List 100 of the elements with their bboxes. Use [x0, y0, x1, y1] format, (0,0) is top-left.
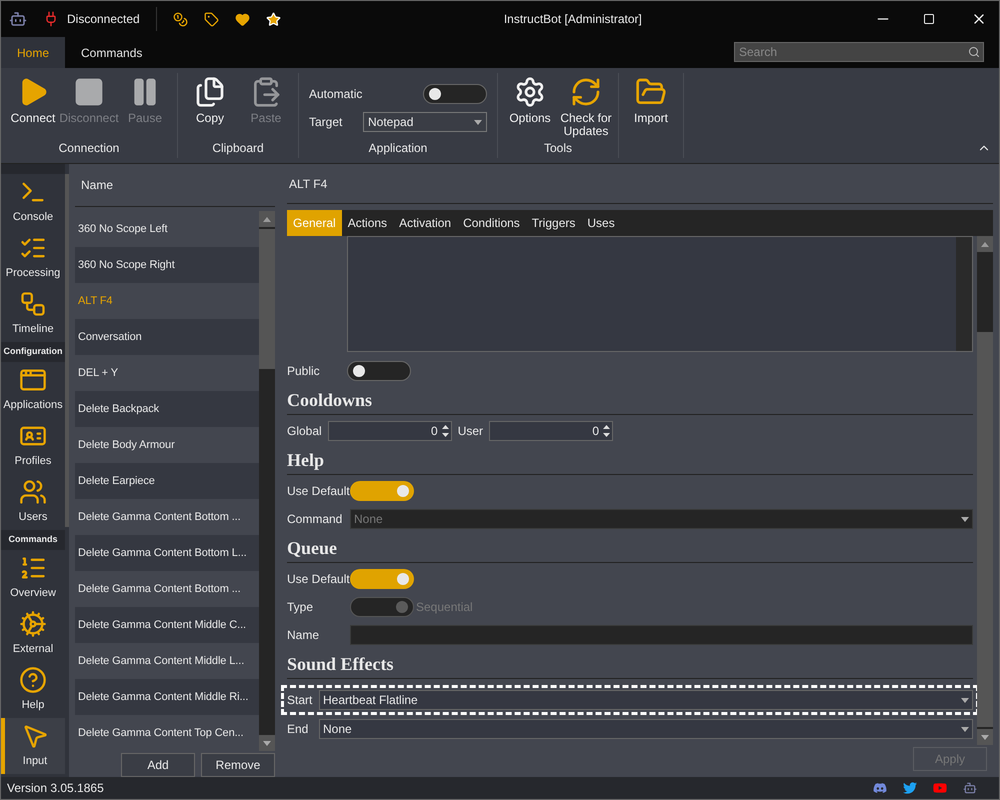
scroll-up-button[interactable]: [259, 211, 275, 227]
command-item[interactable]: Delete Gamma Content Middle C...: [75, 607, 259, 643]
dropdown[interactable]: Heartbeat Flatline: [319, 690, 973, 710]
ribbon-button[interactable]: Connect: [5, 76, 61, 125]
detail-tab[interactable]: Actions: [342, 210, 394, 236]
number-field[interactable]: 0: [489, 421, 614, 441]
scroll-up-icon: [263, 216, 271, 222]
caret-icon: [961, 726, 969, 732]
caret-icon: [981, 734, 989, 740]
section-heading: Cooldowns: [287, 389, 372, 412]
nav-item[interactable]: Applications: [1, 362, 65, 418]
group-label: Application: [368, 140, 428, 157]
nav-item[interactable]: Console: [1, 174, 65, 230]
detail-tab[interactable]: Triggers: [526, 210, 582, 236]
caret-icon: [263, 740, 271, 746]
coins-icon[interactable]: [172, 12, 188, 26]
column-header: Name: [75, 164, 275, 207]
field-label: Public: [287, 363, 321, 379]
field-label: Global: [287, 423, 322, 439]
logo-icon: [9, 10, 27, 28]
spinner-arrows-icon[interactable]: [603, 424, 610, 438]
command-item[interactable]: Delete Earpiece: [75, 463, 259, 499]
scroll-down-button[interactable]: [977, 729, 993, 745]
field-label: Command: [287, 511, 344, 527]
scroll-up-button[interactable]: [977, 236, 993, 252]
window-title: InstructBot [Administrator]: [504, 11, 643, 27]
nav-item[interactable]: External: [1, 606, 65, 662]
tag-icon[interactable]: [204, 12, 219, 26]
section-heading: Sound Effects: [287, 653, 394, 676]
nav-item[interactable]: Overview: [1, 550, 65, 606]
automatic-label: Automatic: [309, 86, 362, 102]
refresh-icon: [570, 76, 602, 108]
ribbon-button[interactable]: Copy: [182, 76, 238, 125]
list-button[interactable]: Remove: [201, 753, 275, 777]
ribbon-tab[interactable]: Commands: [65, 37, 158, 68]
section-heading: Queue: [287, 537, 338, 560]
scrollbar[interactable]: [977, 236, 993, 745]
detail-tab[interactable]: Uses: [581, 210, 621, 236]
setting-toggle[interactable]: [350, 481, 414, 501]
search-field[interactable]: Search: [734, 42, 984, 62]
setting-toggle[interactable]: [350, 569, 414, 589]
command-item[interactable]: Delete Gamma Content Bottom L...: [75, 535, 259, 571]
scroll-down-button[interactable]: [259, 735, 275, 751]
nav-item[interactable]: Input: [1, 718, 65, 774]
dropdown[interactable]: None: [319, 719, 973, 739]
nav-item[interactable]: Processing: [1, 230, 65, 286]
description-textarea[interactable]: [347, 236, 973, 352]
nav-item[interactable]: Users: [1, 474, 65, 530]
target-label: Target: [309, 114, 342, 130]
command-item[interactable]: 360 No Scope Right: [75, 247, 259, 283]
nav-section-header: Commands: [1, 530, 65, 550]
settings-icon: [514, 76, 546, 108]
public-toggle[interactable]: [347, 361, 411, 381]
scrollbar[interactable]: [259, 211, 275, 751]
connection-status: Disconnected: [67, 11, 140, 27]
detail-tab[interactable]: Conditions: [457, 210, 526, 236]
scrollbar-thumb[interactable]: [977, 332, 993, 727]
command-item[interactable]: Conversation: [75, 319, 259, 355]
nav-item[interactable]: Help: [1, 662, 65, 718]
list-button[interactable]: Add: [121, 753, 195, 777]
maximize-icon[interactable]: [923, 13, 935, 25]
spinner-arrows-icon[interactable]: [442, 424, 449, 438]
command-item[interactable]: Delete Gamma Content Middle Ri...: [75, 679, 259, 715]
twitter-icon[interactable]: [903, 781, 917, 795]
scroll-up-icon: [981, 242, 989, 246]
stop-icon: [73, 76, 105, 108]
logo-icon[interactable]: [963, 781, 977, 795]
field-label: Use Default: [287, 571, 350, 587]
timeline-icon: [19, 290, 47, 318]
field-label: Name: [287, 627, 320, 643]
detail-tab[interactable]: Activation: [393, 210, 458, 236]
section-heading: Help: [287, 449, 324, 472]
command-title: ALT F4: [287, 164, 993, 204]
ribbon-button[interactable]: Import: [623, 76, 679, 125]
automatic-toggle[interactable]: [423, 84, 487, 104]
scrollbar-thumb[interactable]: [259, 229, 275, 369]
target-dropdown[interactable]: Notepad: [363, 112, 487, 132]
caret-icon: [961, 516, 969, 522]
nav-item[interactable]: Profiles: [1, 418, 65, 474]
ribbon-button[interactable]: Options: [502, 76, 558, 125]
field-label: Use Default: [287, 483, 350, 499]
nav-item[interactable]: Timeline: [1, 286, 65, 342]
youtube-icon[interactable]: [933, 781, 947, 795]
number-field[interactable]: 0: [328, 421, 452, 441]
star-icon[interactable]: [266, 12, 281, 26]
field-label: User: [458, 423, 484, 439]
users-icon: [19, 478, 47, 506]
field-label: Type: [287, 599, 314, 615]
field-label: End: [287, 721, 310, 737]
name-input[interactable]: [350, 625, 973, 645]
command-item[interactable]: Delete Backpack: [75, 391, 259, 427]
nav-section-header: Configuration: [1, 342, 65, 362]
ribbon-tab[interactable]: Home: [1, 37, 66, 68]
group-label: Connection: [58, 140, 120, 157]
discord-icon[interactable]: [873, 781, 887, 795]
field-label: Start: [287, 692, 314, 708]
ribbon-button[interactable]: Check for Updates: [558, 76, 614, 138]
scrollbar[interactable]: [956, 237, 972, 351]
caret-icon: [961, 698, 969, 702]
heart-icon[interactable]: [234, 12, 250, 26]
